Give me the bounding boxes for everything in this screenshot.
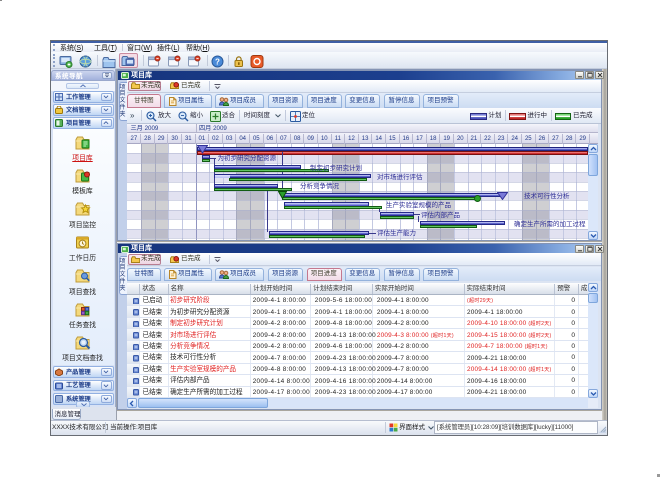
svg-text:?: ? <box>215 58 220 67</box>
